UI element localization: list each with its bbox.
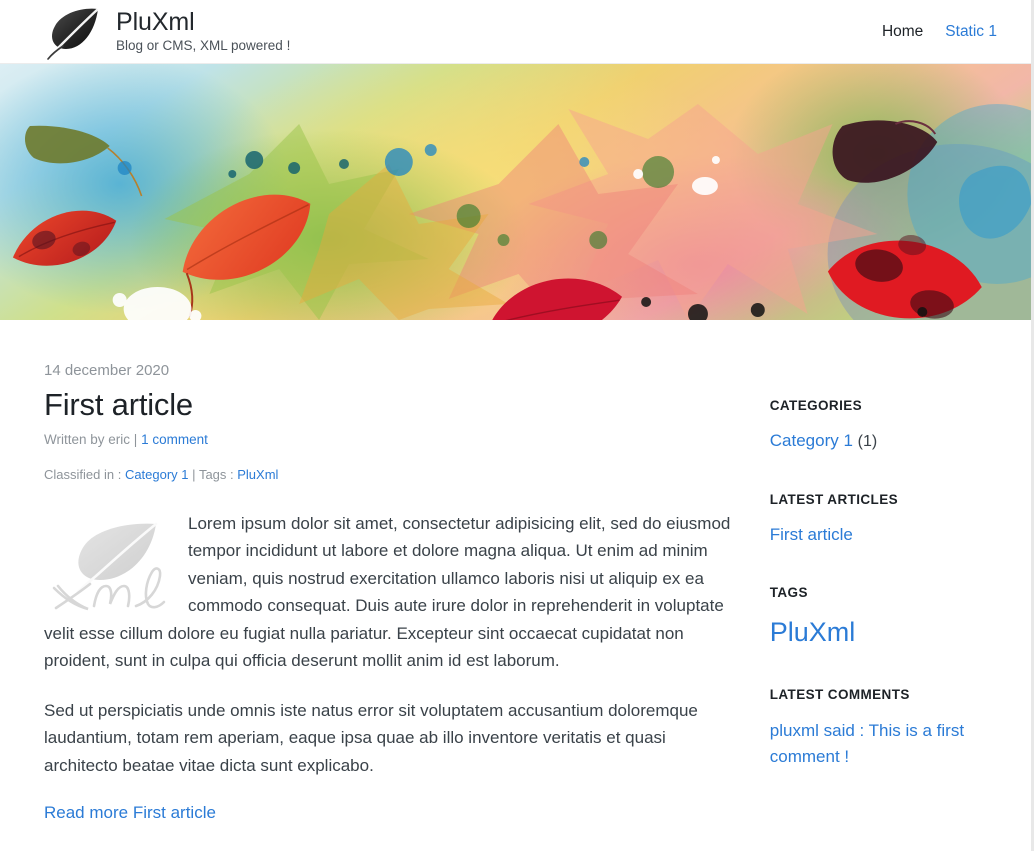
classif-separator: | bbox=[192, 466, 196, 482]
sidebar: CATEGORIES Category 1 (1) LATEST ARTICLE… bbox=[738, 320, 1031, 808]
sidebar-block-categories: CATEGORIES Category 1 (1) bbox=[770, 398, 1007, 454]
classified-in-label: Classified in : bbox=[44, 466, 122, 482]
article-date: 14 december 2020 bbox=[44, 362, 170, 379]
list-item: First article bbox=[770, 523, 1007, 548]
sidebar-block-latest-articles: LATEST ARTICLES First article bbox=[770, 492, 1007, 548]
latest-article-link-first-article[interactable]: First article bbox=[770, 525, 853, 544]
article-tag-link[interactable]: PluXml bbox=[237, 467, 278, 482]
article-comments-link[interactable]: 1 comment bbox=[141, 432, 208, 447]
sidebar-block-tags: TAGS PluXml bbox=[770, 585, 1007, 648]
sidebar-title-tags: TAGS bbox=[769, 585, 808, 601]
sidebar-block-latest-comments: LATEST COMMENTS pluxml said : This is a … bbox=[770, 687, 1007, 771]
xml-leaf-watermark-icon bbox=[52, 522, 166, 610]
latest-comment-link[interactable]: pluxml said : This is a first comment ! bbox=[770, 718, 1007, 771]
article-classification: Classified in : Category 1 | Tags : PluX… bbox=[44, 467, 738, 482]
category-count: (1) bbox=[857, 433, 878, 450]
site-brand[interactable]: PluXml Blog or CMS, XML powered ! bbox=[42, 4, 290, 62]
site-title: PluXml bbox=[116, 8, 195, 36]
article-body: Lorem ipsum dolor sit amet, consectetur … bbox=[44, 510, 738, 780]
article-paragraph-2: Sed ut perspiciatis unde omnis iste natu… bbox=[44, 700, 698, 775]
category-link-category-1[interactable]: Category 1 bbox=[770, 431, 853, 450]
main-content: 14 december 2020 First article Written b… bbox=[0, 320, 738, 823]
watercolor-leaves-illustration bbox=[0, 64, 1031, 320]
tags-label: Tags : bbox=[198, 466, 234, 482]
sidebar-title-latest-comments: LATEST COMMENTS bbox=[769, 686, 910, 702]
site-header: PluXml Blog or CMS, XML powered ! Home S… bbox=[0, 0, 1031, 64]
list-item: Category 1 (1) bbox=[770, 429, 1007, 454]
article-author: Written by eric bbox=[44, 431, 131, 447]
article-paragraph-1: Lorem ipsum dolor sit amet, consectetur … bbox=[44, 510, 738, 675]
leaf-logo-icon bbox=[47, 7, 100, 60]
sidebar-title-latest-articles: LATEST ARTICLES bbox=[769, 491, 899, 507]
article-byline: Written by eric | 1 comment bbox=[44, 432, 738, 447]
nav-item-static-1[interactable]: Static 1 bbox=[945, 23, 997, 41]
page-body: 14 december 2020 First article Written b… bbox=[0, 320, 1031, 823]
article-first-article: 14 december 2020 First article Written b… bbox=[44, 362, 738, 823]
main-navigation: Home Static 1 bbox=[882, 0, 997, 64]
tag-link-pluxml[interactable]: PluXml bbox=[770, 617, 856, 647]
latest-articles-list: First article bbox=[770, 523, 1007, 548]
sidebar-title-categories: CATEGORIES bbox=[769, 398, 863, 413]
categories-list: Category 1 (1) bbox=[770, 429, 1007, 454]
read-more-link[interactable]: Read more First article bbox=[44, 803, 216, 823]
site-tagline: Blog or CMS, XML powered ! bbox=[116, 38, 291, 54]
nav-item-home[interactable]: Home bbox=[882, 23, 923, 41]
article-title[interactable]: First article bbox=[44, 387, 738, 423]
site-banner-image bbox=[0, 64, 1031, 320]
article-category-link[interactable]: Category 1 bbox=[125, 467, 189, 482]
byline-separator: | bbox=[133, 431, 138, 447]
tag-cloud: PluXml bbox=[770, 616, 1007, 648]
